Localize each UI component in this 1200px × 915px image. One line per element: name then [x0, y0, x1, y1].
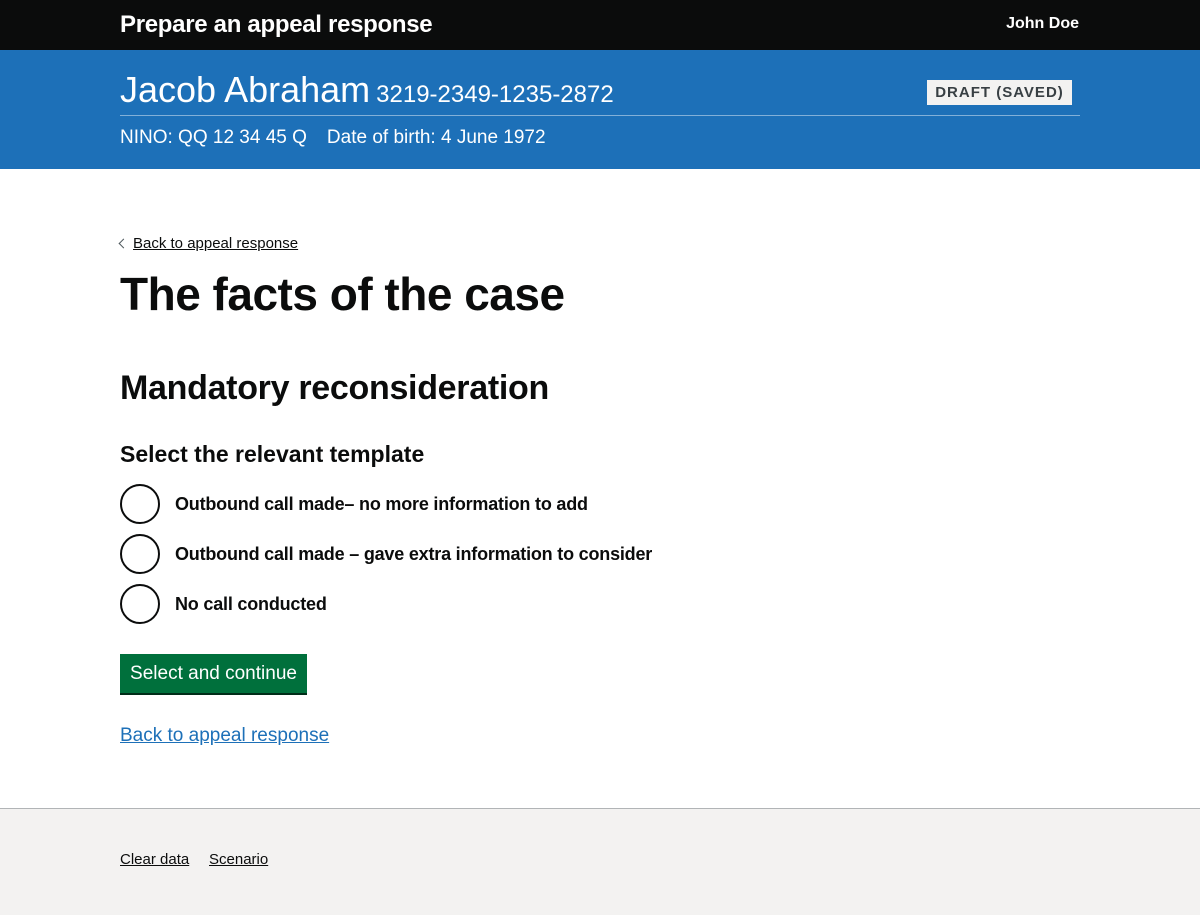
section-heading: Mandatory reconsideration	[120, 369, 549, 407]
chevron-left-icon	[118, 238, 129, 249]
back-to-appeal-response-link[interactable]: Back to appeal response	[120, 725, 329, 747]
claim-reference: 3219-2349-1235-2872	[376, 81, 614, 108]
radio-option-no-more-info[interactable]: Outbound call made– no more information …	[120, 484, 820, 524]
back-breadcrumb: Back to appeal response	[118, 235, 298, 252]
radio-option-extra-info[interactable]: Outbound call made – gave extra informat…	[120, 534, 820, 574]
claimant-name: Jacob Abraham	[120, 69, 371, 110]
radio-label[interactable]: No call conducted	[175, 594, 327, 615]
footer: Clear data Scenario	[0, 808, 1200, 915]
scenario-link[interactable]: Scenario	[209, 851, 268, 868]
claimant-details: NINO: QQ 12 34 45 Q Date of birth: 4 June…	[120, 127, 546, 149]
radio-option-no-call[interactable]: No call conducted	[120, 584, 820, 624]
user-name: John Doe	[1006, 15, 1079, 32]
select-and-continue-button[interactable]: Select and continue	[120, 654, 307, 693]
radio-label[interactable]: Outbound call made – gave extra informat…	[175, 544, 652, 565]
top-header: Prepare an appeal response John Doe	[0, 0, 1200, 50]
radio-label[interactable]: Outbound call made– no more information …	[175, 494, 588, 515]
banner-divider	[120, 115, 1080, 116]
radio-circle[interactable]	[120, 484, 160, 524]
date-of-birth: Date of birth: 4 June 1972	[326, 127, 546, 148]
clear-data-link[interactable]: Clear data	[120, 851, 189, 868]
service-name-link[interactable]: Prepare an appeal response	[120, 11, 433, 39]
template-legend: Select the relevant template	[120, 441, 425, 467]
radio-circle[interactable]	[120, 534, 160, 574]
claimant-heading: Jacob Abraham 3219-2349-1235-2872	[120, 70, 614, 115]
claimant-banner: Jacob Abraham 3219-2349-1235-2872 DRAFT (…	[0, 50, 1200, 169]
page-title: The facts of the case	[120, 268, 565, 320]
back-to-appeal-response-small-link[interactable]: Back to appeal response	[133, 235, 298, 252]
radio-circle[interactable]	[120, 584, 160, 624]
status-badge: DRAFT (SAVED)	[927, 80, 1072, 105]
nino: NINO: QQ 12 34 45 Q	[120, 127, 307, 148]
